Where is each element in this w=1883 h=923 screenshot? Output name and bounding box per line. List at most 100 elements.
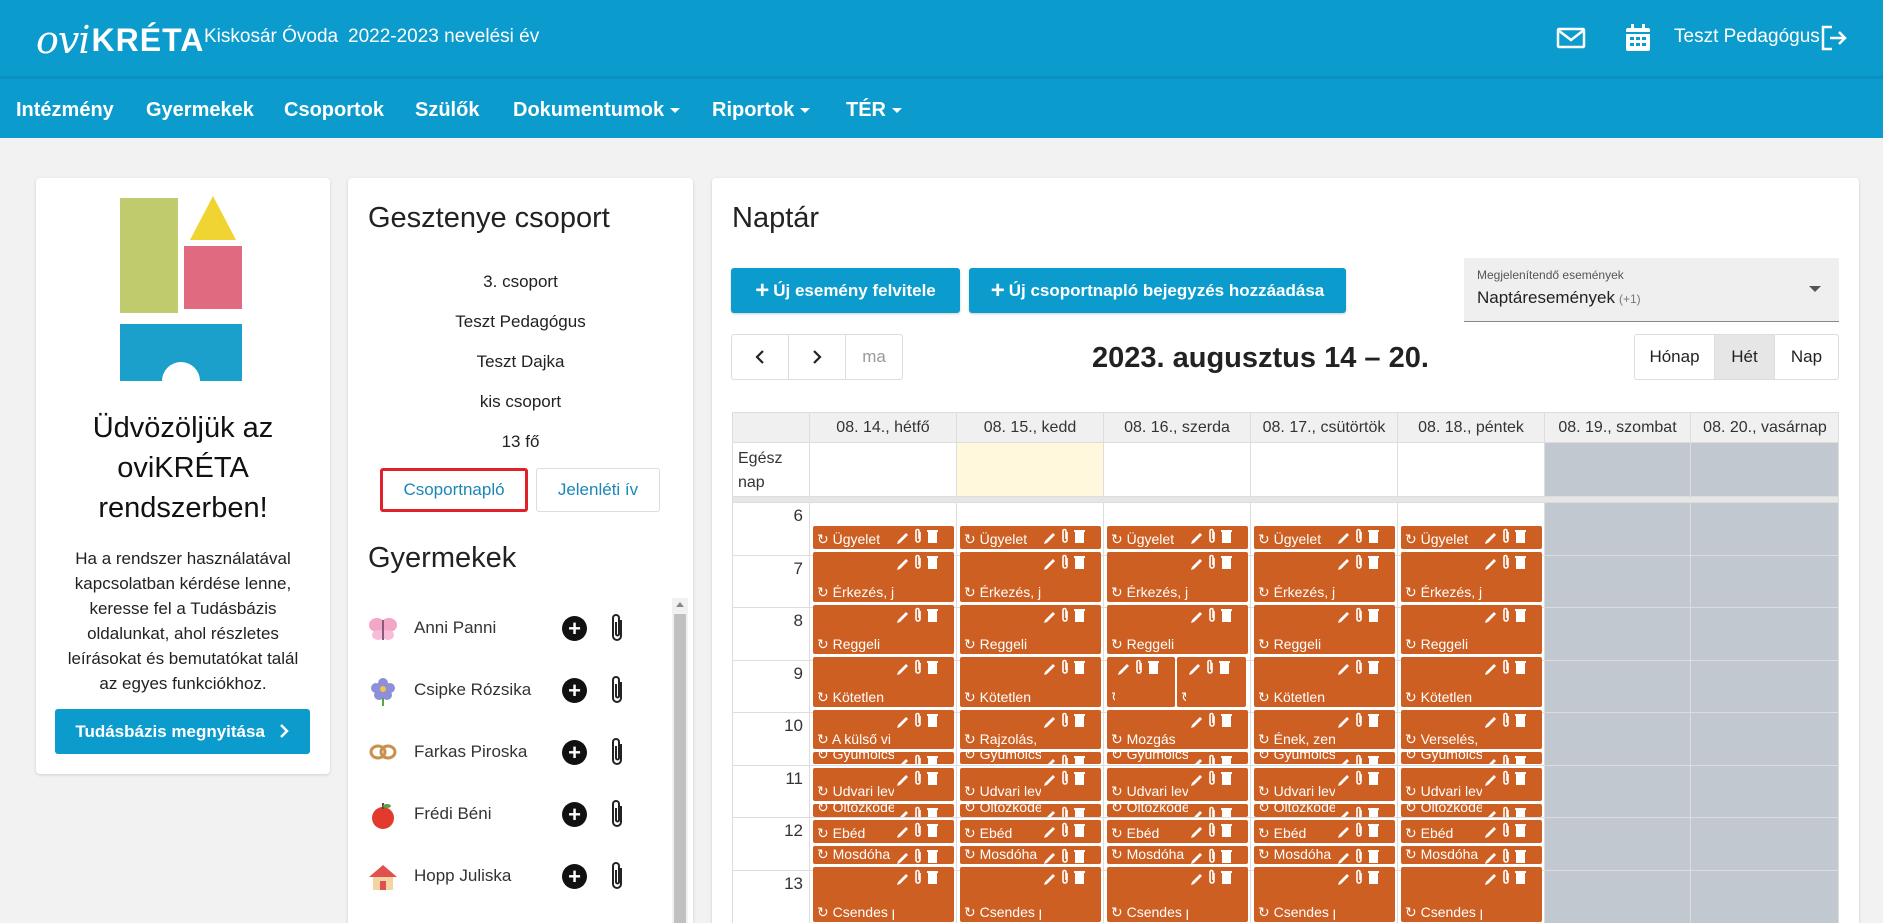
paperclip-icon[interactable]	[606, 674, 628, 708]
child-name[interactable]: Farkas Piroska	[414, 742, 527, 762]
calendar-event[interactable]: ↻ Öltözködés	[813, 804, 954, 817]
calendar-event[interactable]: ↻ Verselés,	[1401, 709, 1542, 749]
attendance-sheet-button[interactable]: Jelenléti ív	[536, 468, 660, 512]
add-icon[interactable]: +	[562, 678, 587, 703]
calendar-event[interactable]: ↻ Rajzolás,	[960, 709, 1101, 749]
add-icon[interactable]: +	[562, 616, 587, 641]
calendar-event[interactable]: ↻ Öltözködés	[1107, 804, 1248, 817]
calendar-event[interactable]: ↻	[1177, 657, 1246, 707]
calendar-event[interactable]: ↻ Érkezés, játék	[813, 552, 954, 602]
calendar-event[interactable]: ↻ Ügyelet	[813, 525, 954, 550]
add-icon[interactable]: +	[562, 740, 587, 765]
nav-szulok[interactable]: Szülők	[415, 99, 479, 122]
calendar-event[interactable]: ↻ Ének, zen	[1254, 709, 1395, 749]
allday-cell[interactable]	[1398, 443, 1545, 497]
add-icon[interactable]: +	[562, 864, 587, 889]
nav-csoportok[interactable]: Csoportok	[284, 99, 384, 122]
calendar-event[interactable]: ↻ Kötetlen	[813, 657, 954, 707]
calendar-event[interactable]: ↻ Mozgás	[1107, 709, 1248, 749]
calendar-event[interactable]: ↻ Gyümölcs	[960, 751, 1101, 765]
day-header-1[interactable]: 08. 14., hétfő	[810, 413, 957, 443]
calendar-event[interactable]: ↻ Gyümölcs	[1254, 751, 1395, 765]
calendar-event[interactable]: ↻	[1107, 657, 1175, 707]
allday-cell[interactable]	[1251, 443, 1398, 497]
paperclip-icon[interactable]	[606, 736, 628, 770]
calendar-event[interactable]: ↻ Mosdóha	[960, 846, 1101, 865]
next-week-button[interactable]	[789, 335, 846, 379]
day-header-4[interactable]: 08. 17., csütörtök	[1251, 413, 1398, 443]
calendar-event[interactable]: ↻ Csendes pihenő	[960, 867, 1101, 922]
prev-week-button[interactable]	[732, 335, 789, 379]
child-name[interactable]: Hopp Juliska	[414, 866, 511, 886]
day-header-7[interactable]: 08. 20., vasárnap	[1691, 413, 1838, 443]
allday-cell[interactable]	[957, 443, 1104, 497]
calendar-event[interactable]: ↻ Csendes pihenő	[813, 867, 954, 922]
paperclip-icon[interactable]	[606, 798, 628, 832]
calendar-event[interactable]: ↻ Öltözködés	[1401, 804, 1542, 817]
child-name[interactable]: Csipke Rózsika	[414, 680, 531, 700]
calendar-event[interactable]: ↻ Ügyelet	[1254, 525, 1395, 550]
paperclip-icon[interactable]	[606, 612, 628, 646]
children-scrollbar-thumb[interactable]	[674, 614, 686, 923]
calendar-event[interactable]: ↻ Udvari lev	[813, 767, 954, 802]
calendar-icon[interactable]	[1622, 22, 1654, 54]
calendar-event[interactable]: ↻ Ügyelet	[1107, 525, 1248, 550]
calendar-event[interactable]: ↻ Reggeli	[1107, 604, 1248, 655]
scroll-up-arrow-icon[interactable]	[676, 602, 684, 607]
calendar-event[interactable]: ↻ Gyümölcs	[813, 751, 954, 765]
calendar-event[interactable]: ↻ Érkezés, játék	[1401, 552, 1542, 602]
calendar-event[interactable]: ↻ Udvari lev	[1107, 767, 1248, 802]
logout-icon[interactable]	[1818, 22, 1850, 54]
calendar-event[interactable]: ↻ Gyümölcs	[1107, 751, 1248, 765]
displayed-events-select[interactable]: Megjelenítendő események Naptáresemények…	[1464, 258, 1839, 322]
calendar-event[interactable]: ↻ Öltözködés	[1254, 804, 1395, 817]
view-day-button[interactable]: Nap	[1775, 335, 1838, 379]
view-month-button[interactable]: Hónap	[1635, 335, 1715, 379]
calendar-event[interactable]: ↻ Ügyelet	[960, 525, 1101, 550]
calendar-event[interactable]: ↻ Ügyelet	[1401, 525, 1542, 550]
calendar-event[interactable]: ↻ Gyümölcs	[1401, 751, 1542, 765]
mail-icon[interactable]	[1555, 22, 1587, 54]
calendar-event[interactable]: ↻ Ebéd	[1107, 820, 1248, 844]
calendar-event[interactable]: ↻ Kötetlen	[1254, 657, 1395, 707]
calendar-event[interactable]: ↻ Udvari lev	[960, 767, 1101, 802]
allday-cell[interactable]	[1104, 443, 1251, 497]
nav-ter[interactable]: TÉR	[846, 99, 902, 122]
calendar-event[interactable]: ↻ Ebéd	[1254, 820, 1395, 844]
calendar-event[interactable]: ↻ Mosdóha	[1107, 846, 1248, 865]
today-button[interactable]: ma	[846, 335, 902, 379]
day-header-3[interactable]: 08. 16., szerda	[1104, 413, 1251, 443]
calendar-event[interactable]: ↻ Érkezés, játék	[1254, 552, 1395, 602]
day-header-6[interactable]: 08. 19., szombat	[1545, 413, 1691, 443]
child-name[interactable]: Frédi Béni	[414, 804, 491, 824]
nav-riportok[interactable]: Riportok	[712, 99, 811, 122]
new-diary-entry-button[interactable]: + Új csoportnapló bejegyzés hozzáadása	[969, 268, 1346, 313]
calendar-event[interactable]: ↻ Kötetlen	[1401, 657, 1542, 707]
calendar-event[interactable]: ↻ Reggeli	[813, 604, 954, 655]
allday-cell[interactable]	[1545, 443, 1691, 497]
calendar-event[interactable]: ↻ Mosdóha	[1401, 846, 1542, 865]
new-event-button[interactable]: + Új esemény felvitele	[731, 268, 960, 313]
allday-cell[interactable]	[1691, 443, 1838, 497]
view-week-button[interactable]: Hét	[1715, 335, 1775, 379]
calendar-event[interactable]: ↻ Reggeli	[960, 604, 1101, 655]
calendar-event[interactable]: ↻ Udvari lev	[1401, 767, 1542, 802]
calendar-event[interactable]: ↻ Érkezés, játék	[1107, 552, 1248, 602]
calendar-event[interactable]: ↻ Ebéd	[1401, 820, 1542, 844]
nav-intezmeny[interactable]: Intézmény	[16, 99, 114, 122]
paperclip-icon[interactable]	[606, 860, 628, 894]
child-name[interactable]: Anni Panni	[414, 618, 496, 638]
day-header-5[interactable]: 08. 18., péntek	[1398, 413, 1545, 443]
calendar-event[interactable]: ↻ Reggeli	[1401, 604, 1542, 655]
user-name[interactable]: Teszt Pedagógus	[1674, 26, 1820, 48]
calendar-event[interactable]: ↻ Kötetlen	[960, 657, 1101, 707]
calendar-event[interactable]: ↻ Mosdóha	[1254, 846, 1395, 865]
open-knowledge-base-button[interactable]: Tudásbázis megnyitása	[55, 709, 310, 754]
calendar-event[interactable]: ↻ Udvari lev	[1254, 767, 1395, 802]
calendar-event[interactable]: ↻ Mosdóha	[813, 846, 954, 865]
calendar-event[interactable]: ↻ Csendes pihenő	[1254, 867, 1395, 922]
nav-gyermekek[interactable]: Gyermekek	[146, 99, 254, 122]
add-icon[interactable]: +	[562, 802, 587, 827]
calendar-event[interactable]: ↻ A külső vi	[813, 709, 954, 749]
calendar-event[interactable]: ↻ Reggeli	[1254, 604, 1395, 655]
